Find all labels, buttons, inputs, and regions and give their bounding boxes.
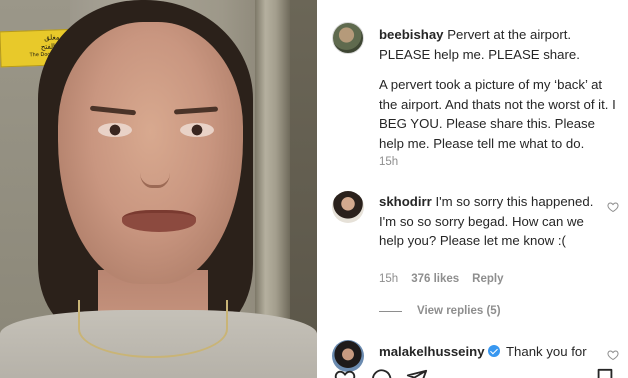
comment-username[interactable]: malakelhusseiny xyxy=(379,344,485,359)
view-replies-label: View replies (5) xyxy=(417,305,501,317)
view-replies-button[interactable]: View replies (5) xyxy=(379,305,501,317)
heart-icon[interactable] xyxy=(607,201,619,213)
comment-likes[interactable]: 376 likes xyxy=(411,273,459,285)
comment-icon[interactable] xyxy=(370,368,392,378)
bookmark-icon[interactable] xyxy=(594,368,616,378)
verified-badge-icon xyxy=(487,345,500,357)
necklace xyxy=(78,300,228,358)
reply-button[interactable]: Reply xyxy=(472,273,503,285)
left-eye xyxy=(98,123,132,137)
comment-timestamp[interactable]: 15h xyxy=(379,273,398,285)
post-media[interactable]: الباب مغلق محاوله الفتح The Door Is Lock… xyxy=(0,0,317,378)
mouth xyxy=(122,210,196,232)
nose xyxy=(140,150,170,188)
comment: skhodirr I'm so sorry this happened. I'm… xyxy=(379,192,605,251)
post-author-username[interactable]: beebishay xyxy=(379,27,444,42)
comment-text: Thank you for xyxy=(506,344,587,359)
comment-avatar[interactable] xyxy=(332,191,364,223)
share-icon[interactable] xyxy=(406,368,428,378)
post-action-bar xyxy=(332,368,622,378)
post-timestamp[interactable]: 15h xyxy=(379,156,398,168)
post-author-avatar[interactable] xyxy=(332,22,364,54)
heart-icon[interactable] xyxy=(607,349,619,361)
comment: malakelhusseiny Thank you for xyxy=(379,342,609,362)
comment-username[interactable]: skhodirr xyxy=(379,194,432,209)
replies-divider xyxy=(379,310,402,312)
right-eye xyxy=(180,123,214,137)
comments-panel: beebishay Pervert at the airport. PLEASE… xyxy=(317,0,628,378)
caption-body: A pervert took a picture of my ‘back’ at… xyxy=(379,77,616,151)
like-heart-icon[interactable] xyxy=(334,368,356,378)
comment-meta: 15h 376 likes Reply xyxy=(379,273,503,285)
post-caption: beebishay Pervert at the airport. PLEASE… xyxy=(379,25,623,64)
